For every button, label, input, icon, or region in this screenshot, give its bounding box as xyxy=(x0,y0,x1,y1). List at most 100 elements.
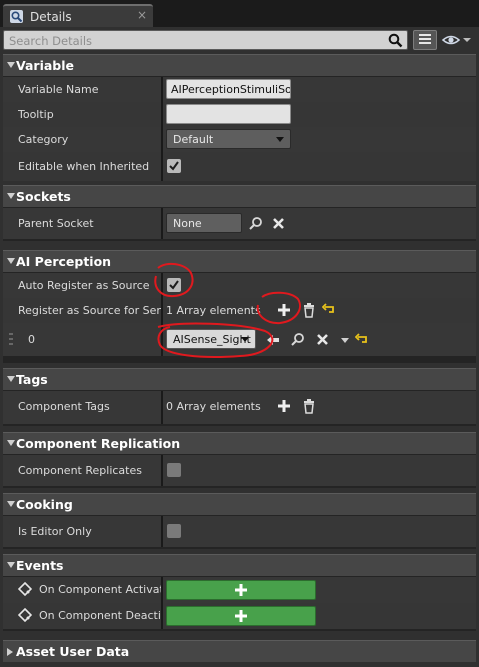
chevron-down-icon xyxy=(241,337,249,342)
array-element-index: 0 xyxy=(28,333,35,346)
array-count: 0 Array elements xyxy=(166,400,261,413)
tab-bar: Details × xyxy=(0,0,479,27)
variable-name-input[interactable]: AIPerceptionStimuliSou xyxy=(166,79,291,99)
property-row-register-senses: Register as Source for Senses 1 Array el… xyxy=(3,298,476,323)
section-asset-user-data: Asset User Data xyxy=(3,640,476,662)
tab-close-button[interactable]: × xyxy=(137,8,147,22)
search-icon[interactable] xyxy=(388,33,403,48)
checkmark-icon xyxy=(169,280,179,290)
property-label: Variable Name xyxy=(18,83,99,96)
property-label: Auto Register as Source xyxy=(18,279,150,292)
property-row-editor-only: Is Editor Only xyxy=(3,516,476,547)
collapse-arrow-icon xyxy=(7,440,15,446)
component-replicates-checkbox[interactable] xyxy=(167,463,181,477)
section-sockets: Sockets Parent Socket None xyxy=(3,185,476,241)
view-options-button[interactable] xyxy=(413,30,437,50)
auto-register-checkbox[interactable] xyxy=(167,278,181,292)
expand-arrow-icon xyxy=(7,648,13,656)
category-header-cooking[interactable]: Cooking xyxy=(3,493,476,515)
category-header-asset-user-data[interactable]: Asset User Data xyxy=(3,640,476,662)
column-splitter[interactable] xyxy=(161,102,163,127)
property-label: On Component Deactivated xyxy=(39,609,161,622)
details-tab-icon xyxy=(10,10,23,23)
browse-icon[interactable] xyxy=(290,332,306,348)
add-icon xyxy=(235,584,247,596)
section-ai-perception: AI Perception Auto Register as Source Re… xyxy=(3,250,476,363)
column-splitter[interactable] xyxy=(161,273,163,298)
add-icon xyxy=(235,610,247,622)
column-splitter[interactable] xyxy=(161,152,163,181)
chevron-down-icon[interactable] xyxy=(337,332,353,348)
clear-icon[interactable] xyxy=(315,332,331,348)
column-splitter[interactable] xyxy=(161,603,163,629)
category-title: Sockets xyxy=(16,189,71,204)
editor-only-checkbox[interactable] xyxy=(167,524,181,538)
category-title: Events xyxy=(16,558,64,573)
column-splitter[interactable] xyxy=(161,77,163,102)
property-label: Component Tags xyxy=(18,400,110,413)
view-options-icon xyxy=(419,34,431,44)
property-label: On Component Activated xyxy=(39,583,161,596)
column-splitter[interactable] xyxy=(161,516,163,547)
property-row-variable-name: Variable Name AIPerceptionStimuliSou xyxy=(3,77,476,102)
category-header-ai-perception[interactable]: AI Perception xyxy=(3,250,476,272)
category-dropdown[interactable]: Default xyxy=(166,129,291,149)
property-label: Tooltip xyxy=(18,108,54,121)
visibility-options-button[interactable] xyxy=(441,31,473,49)
column-splitter[interactable] xyxy=(161,298,163,323)
category-header-tags[interactable]: Tags xyxy=(3,368,476,390)
category-header-sockets[interactable]: Sockets xyxy=(3,185,476,207)
property-label: Editable when Inherited xyxy=(18,160,150,173)
category-header-events[interactable]: Events xyxy=(3,554,476,576)
collapse-arrow-icon xyxy=(7,62,15,68)
section-tags: Tags Component Tags 0 Array elements xyxy=(3,368,476,426)
eye-icon xyxy=(441,35,471,45)
drag-handle-icon[interactable] xyxy=(9,332,13,346)
add-icon[interactable] xyxy=(276,398,292,414)
category-header-replication[interactable]: Component Replication xyxy=(3,432,476,454)
sense-class-dropdown[interactable]: AISense_Sight xyxy=(166,329,256,349)
column-splitter[interactable] xyxy=(161,455,163,486)
add-deactivated-event-button[interactable] xyxy=(166,606,316,626)
parent-socket-value: None xyxy=(173,217,202,230)
property-row-parent-socket: Parent Socket None xyxy=(3,208,476,239)
category-value: Default xyxy=(173,133,214,146)
collapse-arrow-icon xyxy=(7,501,15,507)
category-title: Asset User Data xyxy=(16,644,130,659)
delete-icon[interactable] xyxy=(301,398,317,414)
array-count: 1 Array elements xyxy=(166,304,261,317)
sense-class-value: AISense_Sight xyxy=(173,333,251,346)
category-title: Component Replication xyxy=(16,436,181,451)
array-element-row: 0 AISense_Sight xyxy=(3,323,476,356)
editable-inherited-checkbox[interactable] xyxy=(167,159,181,173)
add-icon[interactable] xyxy=(276,302,292,318)
parent-socket-field[interactable]: None xyxy=(166,213,242,233)
use-selected-icon[interactable] xyxy=(265,332,281,348)
section-cooking: Cooking Is Editor Only xyxy=(3,493,476,549)
reset-arrow-icon[interactable] xyxy=(322,302,338,318)
event-diamond-icon xyxy=(18,608,32,622)
tab-details[interactable]: Details × xyxy=(3,4,153,27)
column-splitter[interactable] xyxy=(161,323,163,356)
event-row-activated: On Component Activated xyxy=(3,577,476,603)
reset-arrow-icon[interactable] xyxy=(355,332,371,348)
property-row-auto-register: Auto Register as Source xyxy=(3,273,476,298)
search-input[interactable]: Search Details xyxy=(3,30,408,50)
column-splitter[interactable] xyxy=(161,208,163,239)
property-label: Parent Socket xyxy=(18,217,94,230)
checkmark-icon xyxy=(169,161,179,171)
category-title: Tags xyxy=(16,372,48,387)
property-label: Register as Source for Senses xyxy=(18,304,161,317)
clear-icon[interactable] xyxy=(271,216,287,232)
category-header-variable[interactable]: Variable xyxy=(3,54,476,76)
column-splitter[interactable] xyxy=(161,127,163,152)
column-splitter[interactable] xyxy=(161,577,163,603)
event-row-deactivated: On Component Deactivated xyxy=(3,603,476,629)
add-activated-event-button[interactable] xyxy=(166,580,316,600)
property-row-component-replicates: Component Replicates xyxy=(3,455,476,486)
tooltip-input[interactable] xyxy=(166,104,291,124)
column-splitter[interactable] xyxy=(161,391,163,424)
delete-icon[interactable] xyxy=(301,302,317,318)
browse-icon[interactable] xyxy=(248,216,264,232)
category-title: AI Perception xyxy=(16,254,112,269)
